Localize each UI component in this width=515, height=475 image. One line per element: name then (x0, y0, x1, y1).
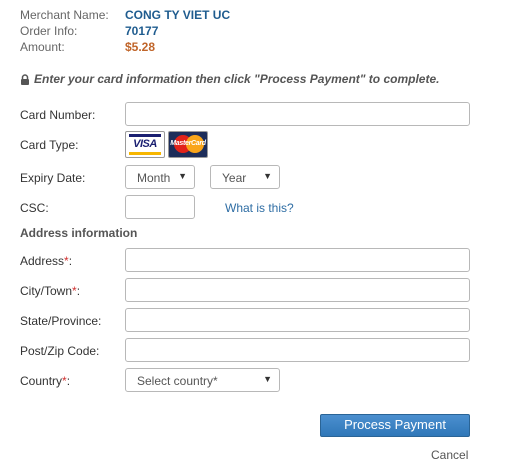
country-select-value: Select country* (137, 374, 218, 388)
lock-icon (21, 73, 29, 85)
address-label: Address*: (20, 254, 73, 268)
expiry-month-value: Month (137, 171, 171, 185)
cancel-link[interactable]: Cancel (431, 448, 468, 462)
expiry-month-select[interactable]: Month ▼ (125, 165, 195, 189)
country-select[interactable]: Select country* ▼ (125, 368, 280, 392)
address-section-heading: Address information (20, 226, 138, 240)
state-input[interactable] (125, 308, 470, 332)
visa-logo-text: VISA (133, 138, 157, 150)
order-info-value: 70177 (125, 24, 159, 38)
instruction-text: Enter your card information then click "… (34, 72, 440, 86)
zip-input[interactable] (125, 338, 470, 362)
csc-label: CSC: (20, 201, 49, 215)
country-label: Country*: (20, 374, 71, 388)
amount-label: Amount: (20, 40, 65, 54)
dropdown-arrow-icon: ▼ (263, 171, 272, 181)
dropdown-arrow-icon: ▼ (178, 171, 187, 181)
order-info-label: Order Info: (20, 24, 78, 38)
expiry-date-label: Expiry Date: (20, 171, 86, 185)
merchant-name-value: CONG TY VIET UC (125, 8, 231, 22)
card-number-label: Card Number: (20, 108, 96, 122)
instruction: Enter your card information then click "… (20, 72, 440, 86)
csc-help-link[interactable]: What is this? (225, 201, 294, 215)
mastercard-logo-text: MasterCard (170, 140, 206, 147)
dropdown-arrow-icon: ▼ (263, 374, 272, 384)
mastercard-logo: MasterCard (168, 131, 208, 158)
amount-value: $5.28 (125, 40, 156, 54)
card-type-label: Card Type: (20, 138, 79, 152)
csc-input[interactable] (125, 195, 195, 219)
visa-logo: VISA (125, 131, 165, 158)
state-label: State/Province: (20, 314, 102, 328)
zip-label: Post/Zip Code: (20, 344, 100, 358)
process-payment-button[interactable]: Process Payment (320, 414, 470, 437)
city-label: City/Town*: (20, 284, 81, 298)
card-number-input[interactable] (125, 102, 470, 126)
expiry-year-value: Year (222, 171, 247, 185)
merchant-name-label: Merchant Name: (20, 8, 109, 22)
expiry-year-select[interactable]: Year ▼ (210, 165, 280, 189)
city-input[interactable] (125, 278, 470, 302)
address-input[interactable] (125, 248, 470, 272)
